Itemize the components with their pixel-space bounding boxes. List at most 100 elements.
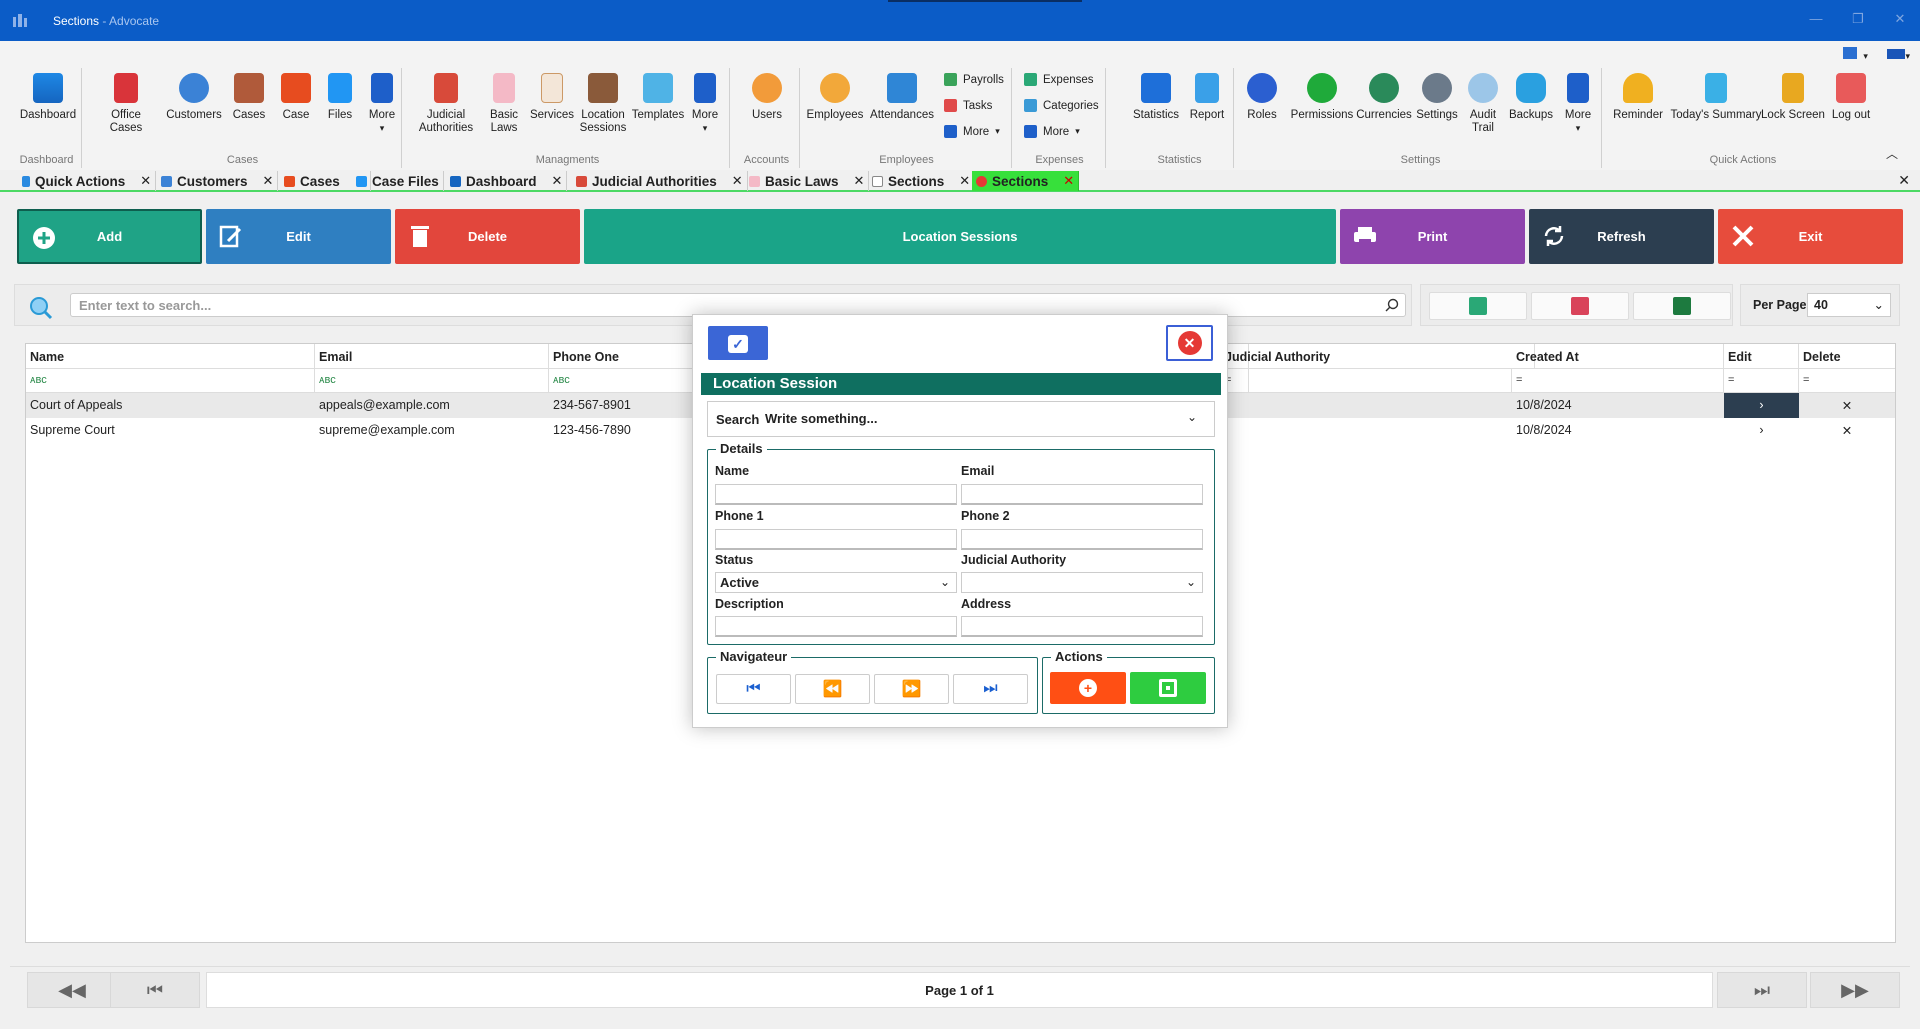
nav-previous-button[interactable]: ⏪ xyxy=(795,674,870,704)
files-button[interactable]: Files xyxy=(320,73,360,122)
column-header-name[interactable]: Name xyxy=(26,344,315,369)
more-managments-button[interactable]: More ▾ xyxy=(684,73,726,135)
log-out-button[interactable]: Log out xyxy=(1824,73,1878,122)
tab-close-icon[interactable]: ✕ xyxy=(854,173,865,189)
next-page-button[interactable]: ⏭ xyxy=(1717,972,1807,1008)
search-submit-icon[interactable] xyxy=(1385,298,1399,312)
name-field[interactable] xyxy=(715,484,957,505)
reminder-button[interactable]: Reminder xyxy=(1608,73,1668,122)
tab-quick-actions[interactable]: Quick Actions ✕ xyxy=(18,171,157,191)
nav-next-button[interactable]: ⏩ xyxy=(874,674,949,704)
categories-button[interactable]: Categories xyxy=(1024,99,1099,112)
judicial-authorities-button[interactable]: Judicial Authorities xyxy=(416,73,476,135)
edit-button[interactable]: Edit xyxy=(206,209,391,264)
column-header-edit[interactable]: Edit xyxy=(1724,344,1799,369)
tab-case-files[interactable]: Case Files xyxy=(352,171,444,191)
refresh-button[interactable]: Refresh xyxy=(1529,209,1714,264)
basic-laws-button[interactable]: Basic Laws xyxy=(480,73,528,135)
more-settings-button[interactable]: More ▾ xyxy=(1556,73,1600,135)
first-page-button[interactable]: ◀◀ xyxy=(27,972,117,1008)
restore-button[interactable]: ❐ xyxy=(1851,12,1865,26)
tab-close-icon[interactable]: ✕ xyxy=(1063,173,1074,189)
theme-icon[interactable] xyxy=(1887,49,1906,59)
settings-button[interactable]: Settings xyxy=(1412,73,1462,122)
column-header-delete[interactable]: Delete xyxy=(1799,344,1895,369)
filter-created-at[interactable]: = xyxy=(1512,369,1724,393)
tab-sections-active[interactable]: Sections ✕ xyxy=(972,171,1080,191)
more-cases-button[interactable]: More ▾ xyxy=(362,73,402,135)
confirm-button[interactable]: ✓ xyxy=(708,326,768,360)
office-cases-button[interactable]: Office Cases xyxy=(96,73,156,135)
tab-judicial-authorities[interactable]: Judicial Authorities ✕ xyxy=(572,171,748,191)
permissions-button[interactable]: Permissions xyxy=(1290,73,1354,122)
report-button[interactable]: Report xyxy=(1182,73,1232,122)
lock-screen-button[interactable]: Lock Screen xyxy=(1760,73,1826,122)
search-select[interactable]: Write something... ⌄ xyxy=(763,408,1203,430)
export-pdf-button[interactable] xyxy=(1531,292,1629,320)
filter-email[interactable]: ᴀʙᴄ xyxy=(315,369,549,393)
add-button[interactable]: Add xyxy=(17,209,202,264)
payrolls-button[interactable]: Payrolls xyxy=(944,73,1004,86)
column-header-created-at[interactable]: Created At xyxy=(1512,344,1724,369)
dialog-close-button[interactable]: ✕ xyxy=(1166,325,1213,361)
delete-button[interactable]: Delete xyxy=(395,209,580,264)
filter-judicial-authority[interactable]: = xyxy=(1221,369,1512,393)
nav-last-button[interactable]: ⏭ xyxy=(953,674,1028,704)
phone1-field[interactable] xyxy=(715,529,957,550)
audit-trail-button[interactable]: Audit Trail xyxy=(1462,73,1504,135)
delete-row-button[interactable]: ✕ xyxy=(1799,393,1895,418)
last-page-button[interactable]: ▶▶ xyxy=(1810,972,1900,1008)
roles-button[interactable]: Roles xyxy=(1242,73,1282,122)
column-header-judicial-authority[interactable]: Judicial Authority xyxy=(1221,344,1535,369)
case-button[interactable]: Case xyxy=(274,73,318,122)
email-field[interactable] xyxy=(961,484,1203,505)
close-window-button[interactable]: ✕ xyxy=(1893,12,1907,26)
collapse-ribbon-icon[interactable]: ︿ xyxy=(1886,145,1898,162)
tab-close-icon[interactable]: ✕ xyxy=(140,173,151,189)
status-select[interactable]: Active ⌄ xyxy=(715,572,957,593)
backups-button[interactable]: Backups xyxy=(1506,73,1556,122)
attendances-button[interactable]: Attendances xyxy=(866,73,938,122)
filter-delete[interactable]: = xyxy=(1799,369,1895,393)
exit-button[interactable]: Exit xyxy=(1718,209,1903,264)
todays-summary-button[interactable]: Today's Summary xyxy=(1668,73,1764,122)
employees-button[interactable]: Employees xyxy=(802,73,868,122)
tab-customers[interactable]: Customers ✕ xyxy=(157,171,279,191)
close-all-tabs-icon[interactable]: ✕ xyxy=(1898,172,1910,189)
tab-close-icon[interactable]: ✕ xyxy=(959,173,970,189)
tab-close-icon[interactable]: ✕ xyxy=(263,173,274,189)
previous-page-button[interactable]: ⏮ xyxy=(110,972,200,1008)
edit-row-button[interactable]: › xyxy=(1724,418,1799,443)
filter-edit[interactable]: = xyxy=(1724,369,1799,393)
cases-button[interactable]: Cases xyxy=(224,73,274,122)
description-field[interactable] xyxy=(715,616,957,637)
new-record-button[interactable]: + xyxy=(1050,672,1126,704)
users-button[interactable]: Users xyxy=(740,73,794,122)
more-expenses-button[interactable]: More ▾ xyxy=(1024,125,1080,138)
tab-basic-laws[interactable]: Basic Laws ✕ xyxy=(745,171,870,191)
tasks-button[interactable]: Tasks xyxy=(944,99,992,112)
minimize-button[interactable]: — xyxy=(1809,12,1823,26)
nav-first-button[interactable]: ⏮ xyxy=(716,674,791,704)
statistics-button[interactable]: Statistics xyxy=(1126,73,1186,122)
per-page-select[interactable]: 40 ⌄ xyxy=(1807,293,1891,317)
edit-row-button[interactable]: › xyxy=(1724,393,1799,418)
tab-sections[interactable]: Sections ✕ xyxy=(868,171,976,191)
tab-dashboard[interactable]: Dashboard ✕ xyxy=(446,171,568,191)
tab-close-icon[interactable]: ✕ xyxy=(552,173,563,189)
address-field[interactable] xyxy=(961,616,1203,637)
more-employees-button[interactable]: More ▾ xyxy=(944,125,1000,138)
templates-button[interactable]: Templates xyxy=(624,73,692,122)
export-excel-button[interactable] xyxy=(1633,292,1731,320)
currencies-button[interactable]: Currencies xyxy=(1354,73,1414,122)
dashboard-button[interactable]: Dashboard xyxy=(18,73,78,122)
tab-close-icon[interactable]: ✕ xyxy=(732,173,743,189)
customers-button[interactable]: Customers xyxy=(164,73,224,122)
export-csv-button[interactable] xyxy=(1429,292,1527,320)
filter-name[interactable]: ᴀʙᴄ xyxy=(26,369,315,393)
delete-row-button[interactable]: ✕ xyxy=(1799,418,1895,443)
location-sessions-toolbar-button[interactable]: Location Sessions xyxy=(584,209,1336,264)
phone2-field[interactable] xyxy=(961,529,1203,550)
expenses-button[interactable]: Expenses xyxy=(1024,73,1094,86)
print-button[interactable]: Print xyxy=(1340,209,1525,264)
